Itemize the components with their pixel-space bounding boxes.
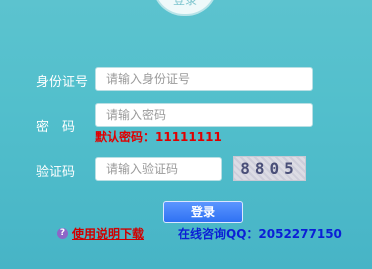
question-icon: ? xyxy=(57,228,68,239)
help-download[interactable]: ? 使用说明下载 xyxy=(57,225,144,242)
help-download-link[interactable]: 使用说明下载 xyxy=(72,225,144,242)
captcha-input[interactable]: 请输入验证码 xyxy=(95,157,222,181)
id-number-input[interactable]: 请输入身份证号 xyxy=(95,67,313,91)
top-login-tab[interactable]: 登录 xyxy=(152,0,218,16)
online-consult-qq: 在线咨询QQ：2052277150 xyxy=(178,227,342,241)
password-label: 密 码 xyxy=(36,120,76,135)
login-button[interactable]: 登录 xyxy=(163,201,243,223)
default-password-hint: 默认密码：11111111 xyxy=(95,130,222,144)
password-input[interactable]: 请输入密码 xyxy=(95,103,313,127)
captcha-label: 验证码 xyxy=(36,165,76,180)
id-number-label: 身份证号 xyxy=(36,75,89,90)
captcha-image[interactable]: 8805 xyxy=(233,156,306,181)
top-login-tab-label: 登录 xyxy=(172,0,197,7)
